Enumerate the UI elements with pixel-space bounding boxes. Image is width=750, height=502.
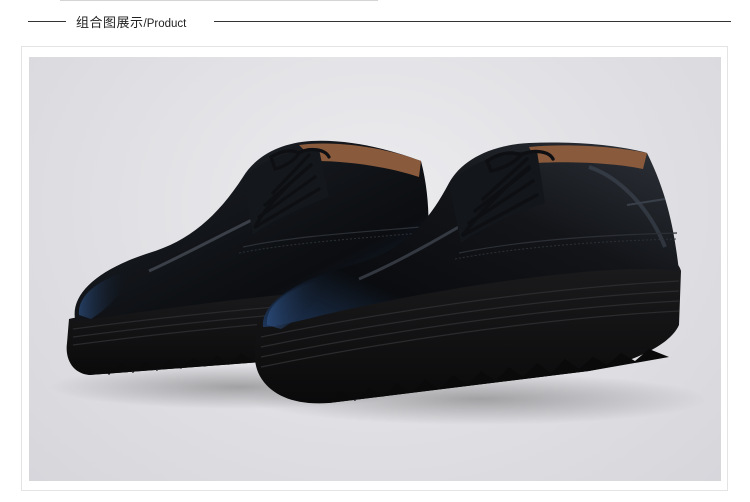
header-rule-right xyxy=(214,21,731,22)
section-title: 组合图展示/Product xyxy=(76,13,186,31)
product-photo xyxy=(29,57,721,481)
shoes-illustration xyxy=(49,140,709,425)
section-title-cn: 组合图展示 xyxy=(76,16,144,31)
section-header: 组合图展示/Product xyxy=(0,0,750,44)
section-title-en: /Product xyxy=(143,18,187,30)
header-rule-left xyxy=(28,21,66,22)
